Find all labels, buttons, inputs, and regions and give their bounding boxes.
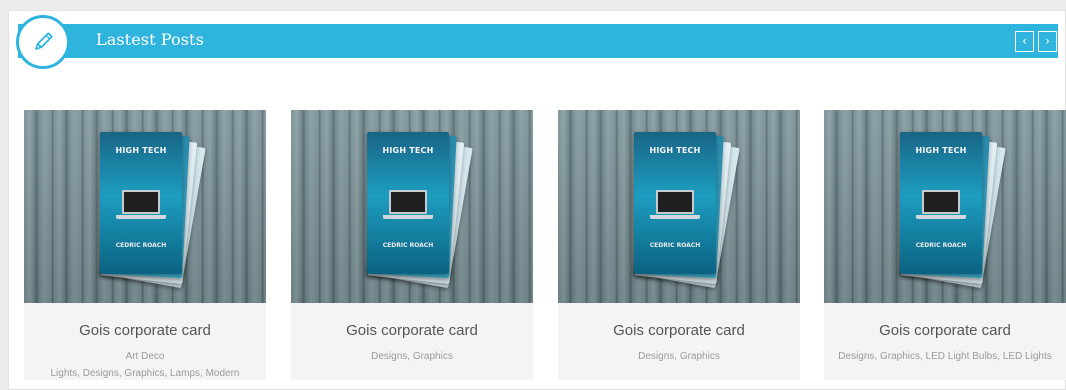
brochure-name: CEDRIC ROACH [915, 242, 967, 249]
post-thumbnail[interactable]: HIGH TECH CEDRIC ROACH [291, 110, 533, 303]
brochure-name: CEDRIC ROACH [382, 242, 434, 249]
post-categories[interactable]: Art Deco Lights, Designs, Graphics, Lamp… [32, 348, 258, 380]
post-title[interactable]: Gois corporate card [824, 322, 1066, 339]
brochure-image: HIGH TECH CEDRIC ROACH [100, 130, 206, 292]
brochure-image: HIGH TECH CEDRIC ROACH [900, 130, 1006, 292]
post-title[interactable]: Gois corporate card [558, 322, 800, 339]
brochure-name: CEDRIC ROACH [649, 242, 701, 249]
post-title[interactable]: Gois corporate card [291, 322, 533, 339]
post-card[interactable]: HIGH TECH CEDRIC ROACH Gois corporate ca… [558, 110, 800, 380]
post-card[interactable]: HIGH TECH CEDRIC ROACH Gois corporate ca… [291, 110, 533, 380]
brochure-title: HIGH TECH [382, 146, 434, 155]
laptop-graphic [389, 190, 427, 214]
section-header-bar: Lastest Posts [18, 24, 1058, 58]
laptop-graphic [656, 190, 694, 214]
carousel-next-button[interactable]: › [1038, 31, 1057, 52]
post-categories[interactable]: Designs, Graphics, LED Light Bulbs, LED … [832, 348, 1058, 365]
carousel-prev-button[interactable]: ‹ [1015, 31, 1034, 52]
brochure-name: CEDRIC ROACH [115, 242, 167, 249]
brochure-title: HIGH TECH [115, 146, 167, 155]
post-card[interactable]: HIGH TECH CEDRIC ROACH Gois corporate ca… [824, 110, 1066, 380]
brochure-image: HIGH TECH CEDRIC ROACH [367, 130, 473, 292]
post-card[interactable]: HIGH TECH CEDRIC ROACH Gois corporate ca… [24, 110, 266, 380]
post-categories[interactable]: Designs, Graphics [566, 348, 792, 365]
post-thumbnail[interactable]: HIGH TECH CEDRIC ROACH [824, 110, 1066, 303]
brochure-title: HIGH TECH [915, 146, 967, 155]
laptop-graphic [922, 190, 960, 214]
brochure-title: HIGH TECH [649, 146, 701, 155]
post-thumbnail[interactable]: HIGH TECH CEDRIC ROACH [24, 110, 266, 303]
section-title: Lastest Posts [96, 30, 204, 49]
laptop-graphic [122, 190, 160, 214]
post-thumbnail[interactable]: HIGH TECH CEDRIC ROACH [558, 110, 800, 303]
brochure-image: HIGH TECH CEDRIC ROACH [634, 130, 740, 292]
pencil-icon [16, 15, 70, 69]
post-title[interactable]: Gois corporate card [24, 322, 266, 339]
post-categories[interactable]: Designs, Graphics [299, 348, 525, 365]
